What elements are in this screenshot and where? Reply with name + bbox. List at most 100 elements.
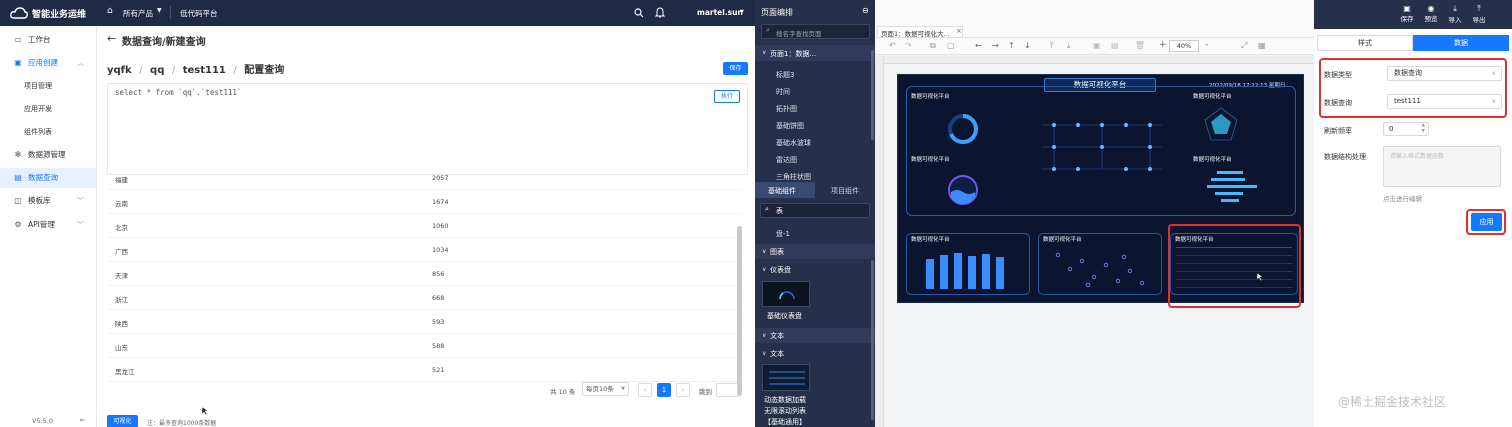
sidebar-item-templates[interactable]: ◫ 模板库 ﹀ [0, 191, 96, 211]
tree-item[interactable]: 拓扑图 [776, 104, 797, 114]
component-item-pie[interactable]: 盘-1 [776, 229, 790, 239]
arrow-down-icon[interactable]: ↓ [1024, 41, 1031, 50]
tree-item[interactable]: 三角柱状图 [776, 172, 811, 180]
struct-placeholder: 请输入格式数据函数 [1390, 153, 1445, 160]
breadcrumb-datasource[interactable]: qq [150, 65, 164, 76]
tab-style[interactable]: 样式 [1317, 35, 1413, 51]
tab-basic-components[interactable]: 基础组件 [755, 182, 815, 198]
props-topbar: ▣ 保存 ◉ 预览 ⤓ 导入 ⤒ 导出 [1314, 0, 1512, 29]
apply-button[interactable]: 应用 [1471, 213, 1502, 231]
scroll-list-thumbnail[interactable] [762, 364, 810, 391]
paste-icon[interactable]: ▢ [947, 41, 955, 50]
export-button[interactable]: ⤒ 导出 [1468, 4, 1490, 24]
arrow-left-icon[interactable]: ← [975, 41, 982, 50]
page-number-current[interactable]: 1 [657, 383, 671, 397]
group-icon[interactable]: ▣ [1093, 41, 1101, 50]
top-navbar: 智能业务运维 ⌂ 所有产品 ▼ 低代码平台 martel.sun ▼ [0, 0, 755, 26]
zoom-in-icon[interactable]: + [1159, 40, 1167, 50]
thumb-line [769, 377, 805, 379]
breadcrumb-project[interactable]: yqfk [107, 65, 132, 76]
scroll-item-line1[interactable]: 动态数据加载 [764, 395, 806, 405]
sidebar-item-app-create[interactable]: ▣ 应用创建 ︿ [0, 53, 96, 73]
tree-item[interactable]: 标题3 [776, 70, 794, 80]
user-menu[interactable]: martel.sun [697, 8, 743, 17]
import-button[interactable]: ⤓ 导入 [1444, 4, 1466, 24]
visualize-button[interactable]: 可视化 [107, 415, 138, 427]
tree-item[interactable]: 基础水波球 [776, 138, 811, 148]
undo-icon[interactable]: ↶ [889, 41, 896, 50]
province-cell: 陕西 [115, 320, 128, 328]
section-chart[interactable]: ∨ 图表 [755, 244, 875, 259]
tab-project-components[interactable]: 项目组件 [815, 182, 875, 198]
next-page-button[interactable]: › [676, 383, 690, 397]
preview-button[interactable]: ◉ 预览 [1420, 4, 1442, 23]
component-search-input[interactable]: ⌕ 表 [760, 203, 870, 218]
query-app: 智能业务运维 ⌂ 所有产品 ▼ 低代码平台 martel.sun ▼ ▭ 工作台… [0, 0, 755, 427]
province-cell: 浙江 [115, 296, 128, 304]
breadcrumb-separator: / [233, 65, 237, 76]
tree-item[interactable]: 基础饼图 [776, 121, 804, 131]
tree-item[interactable]: 雷达图 [776, 155, 797, 165]
breadcrumb-table[interactable]: test111 [183, 65, 226, 76]
stepper-icon[interactable]: ▲ ▼ [1422, 123, 1425, 135]
sql-editor[interactable]: select * from `qq`.`test111` 执行 [107, 83, 748, 175]
table-scrollbar[interactable] [737, 226, 742, 396]
properties-panel: ▣ 保存 ◉ 预览 ⤓ 导入 ⤒ 导出 样式 数据 数据类型 数据查询 ∨ 数据查询 te… [1314, 0, 1512, 427]
run-button[interactable]: 执行 [714, 90, 740, 103]
tab-data[interactable]: 数据 [1413, 35, 1509, 51]
sidebar-item-app-dev[interactable]: 应用开发 [0, 100, 96, 118]
table-row: 浙江 668 [109, 286, 742, 310]
zoom-input[interactable]: 40% [1169, 40, 1199, 52]
arrow-up-icon[interactable]: ↑ [1008, 41, 1015, 50]
scroll-item-line3[interactable]: 【基础通用】 [764, 417, 806, 427]
jump-input[interactable] [716, 383, 738, 397]
chevron-down-icon: ∨ [762, 248, 767, 255]
page-size-select[interactable]: 每页10条 ▼ [582, 382, 629, 396]
table-row: 广西 1034 [109, 238, 742, 262]
bring-top-icon[interactable]: ⤒ [1050, 41, 1054, 51]
sidebar-item-projects[interactable]: 项目管理 [0, 77, 96, 95]
group-text[interactable]: 文本 [770, 349, 784, 359]
close-icon[interactable]: × [956, 27, 962, 35]
arrow-right-icon[interactable]: → [992, 41, 999, 50]
lowcode-menu[interactable]: 低代码平台 [180, 8, 218, 19]
save-button[interactable]: 保存 [723, 62, 748, 75]
grid-icon[interactable]: ▦ [1258, 41, 1266, 50]
home-icon[interactable]: ⌂ [107, 6, 113, 16]
search-icon[interactable] [634, 8, 644, 18]
delete-icon[interactable]: 🗑 [1135, 41, 1145, 50]
sidebar-item-label: 模板库 [28, 196, 51, 205]
products-menu[interactable]: 所有产品 [123, 8, 153, 19]
save-top-button[interactable]: ▣ 保存 [1396, 4, 1418, 23]
page-size-value: 每页10条 [586, 385, 614, 393]
back-arrow-icon[interactable]: ← [107, 32, 116, 45]
gauge-thumbnail[interactable] [762, 281, 810, 307]
group-gauge[interactable]: 仪表盘 [770, 265, 791, 275]
watermark: @稀土掘金技术社区 [1338, 395, 1447, 409]
prev-page-button[interactable]: ‹ [638, 383, 652, 397]
scroll-item-line2[interactable]: 无限滚动列表 [764, 406, 806, 416]
sidebar-item-components[interactable]: 组件列表 [0, 123, 96, 141]
sidebar-item-api[interactable]: ⚙ API管理 ﹀ [0, 215, 96, 235]
tab-page1[interactable]: 页面1：数据可视化大... × [877, 26, 963, 38]
cloud-logo-icon [10, 7, 28, 19]
gauge-item-label[interactable]: 基础仪表盘 [767, 311, 802, 321]
component-scrollbar[interactable] [871, 260, 874, 420]
redo-icon[interactable]: ↷ [905, 41, 912, 50]
tree-item[interactable]: 时间 [776, 87, 790, 97]
sidebar-item-data-query[interactable]: ▤ 数据查询 [0, 168, 96, 188]
refresh-input[interactable]: 0 ▲ ▼ [1383, 122, 1429, 136]
copy-icon[interactable]: ⧉ [930, 41, 936, 51]
section-text[interactable]: ∨ 文本 [755, 328, 875, 343]
sidebar-item-workbench[interactable]: ▭ 工作台 [0, 30, 96, 50]
send-bottom-icon[interactable]: ⤓ [1067, 41, 1071, 51]
zoom-out-icon[interactable]: - [1205, 40, 1208, 50]
struct-textarea[interactable]: 请输入格式数据函数 [1383, 146, 1501, 187]
tree-scrollbar[interactable] [871, 50, 874, 140]
fit-screen-icon[interactable]: ⤢ [1241, 41, 1247, 51]
ungroup-icon[interactable]: ▤ [1111, 41, 1119, 50]
bell-icon[interactable] [655, 7, 665, 18]
collapse-icon[interactable]: ⇤ [80, 416, 86, 424]
tab-label: 项目组件 [831, 187, 859, 195]
sidebar-item-datasource[interactable]: ✻ 数据源管理 [0, 145, 96, 165]
